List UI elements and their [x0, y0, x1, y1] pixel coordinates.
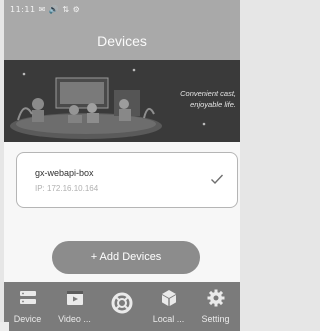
bottom-tab-bar: Device Video ... Local ... Setting	[4, 282, 240, 331]
tab-device[interactable]: Device	[4, 282, 51, 331]
device-name: gx-webapi-box	[35, 168, 94, 178]
lifebuoy-icon	[111, 292, 132, 314]
banner-caption: Convenient cast, enjoyable life.	[152, 88, 236, 110]
tab-video-label: Video ...	[58, 314, 91, 324]
tab-local-label: Local ...	[152, 314, 185, 324]
gear-icon	[207, 289, 224, 307]
tab-help[interactable]	[98, 282, 145, 331]
status-bar: 11:11 ✉ 🔊 ⇅ ⚙	[4, 0, 240, 22]
promo-banner: Convenient cast, enjoyable life.	[4, 60, 240, 142]
tab-device-label: Device	[13, 314, 42, 324]
corner-marker	[0, 322, 9, 331]
banner-caption-line2: enjoyable life.	[190, 100, 236, 109]
device-ip: IP: 172.16.10.164	[35, 184, 99, 193]
banner-caption-line1: Convenient cast,	[180, 89, 236, 98]
add-devices-button[interactable]: + Add Devices	[52, 241, 200, 274]
app-screen: 11:11 ✉ 🔊 ⇅ ⚙ Devices Convenient cast, e…	[4, 0, 240, 331]
tab-setting[interactable]: Setting	[192, 282, 239, 331]
cube-icon	[161, 290, 176, 306]
page-title: Devices	[4, 22, 240, 60]
tab-video[interactable]: Video ...	[51, 282, 98, 331]
device-icon	[19, 291, 36, 304]
device-list-item[interactable]: gx-webapi-box IP: 172.16.10.164	[16, 152, 238, 208]
tab-setting-label: Setting	[201, 314, 230, 324]
tab-local[interactable]: Local ...	[145, 282, 192, 331]
checkmark-icon	[211, 174, 224, 185]
video-icon	[66, 291, 83, 305]
